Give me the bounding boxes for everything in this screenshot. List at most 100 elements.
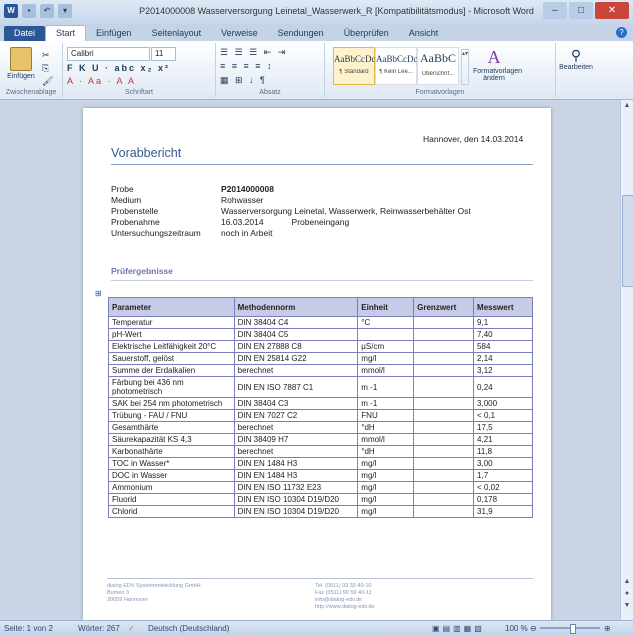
clipboard-small-icons[interactable]: ✂ ⎘ 🖌 [42,49,53,88]
list-buttons[interactable]: ☰ ☰ ☰ ⇤ ⇥ [220,47,287,58]
cell-messwert: 17,5 [473,421,533,434]
cell-grenzwert [413,328,475,341]
font-color-buttons[interactable]: A · Aa · A A [67,76,136,86]
view-buttons[interactable]: ▣▤▥▦▧ [432,624,485,633]
header-parameter: Parameter [108,297,235,317]
edit-button[interactable]: ⚲ Bearbeiten [558,47,594,71]
tab-ansicht[interactable]: Ansicht [399,26,449,41]
cell-methodennorm: DIN EN 1484 H3 [233,457,359,470]
table-move-handle-icon[interactable]: ⊞ [95,289,102,298]
cell-parameter: Ammonium [108,481,235,494]
close-button[interactable]: ✕ [595,2,629,19]
cell-parameter: SAK bei 254 nm photometrisch [108,397,235,410]
cell-einheit: mg/l [357,469,415,482]
info-row: Untersuchungszeitraum noch in Arbeit [111,228,477,239]
tab-datei[interactable]: Datei [4,26,46,41]
tab-sendungen[interactable]: Sendungen [268,26,334,41]
clipboard-group-label: Zwischenablage [5,89,57,96]
language-indicator[interactable]: Deutsch (Deutschland) [148,624,229,633]
zoom-slider-knob[interactable] [570,624,576,634]
cell-parameter: Sauerstoff, gelöst [108,352,235,365]
cell-methodennorm: DIN EN ISO 7887 C1 [233,376,359,398]
help-icon[interactable]: ? [616,27,627,38]
cell-methodennorm: DIN EN ISO 10304 D19/D20 [233,505,359,518]
footer-address: dialog EDV Systementwicklung GmbH Bumen … [107,583,201,604]
heading-rule [111,164,533,165]
customize-qat-icon[interactable]: ▾ [58,4,72,18]
info-key: Medium [111,195,142,205]
cell-messwert: 0,24 [473,376,533,398]
paste-button[interactable]: Einfügen [4,47,38,80]
cell-grenzwert [413,445,475,458]
table-row: Karbonathärte berechnet °dH 11,8 [108,445,533,458]
zoom-in-icon[interactable]: ⊕ [604,624,611,633]
page-count[interactable]: Seite: 1 von 2 [4,624,53,633]
styles-scroll-icon[interactable]: ▴▾ [461,49,469,85]
info-row: Medium Rohwasser [111,195,477,206]
vertical-scrollbar[interactable]: ▲ ▲ ● ▼ [620,100,633,620]
tab-seitenlayout[interactable]: Seitenlayout [142,26,212,41]
cell-parameter: TOC in Wasser* [108,457,235,470]
cell-grenzwert [413,505,475,518]
tab-start[interactable]: Start [45,25,87,41]
ribbon: Einfügen ✂ ⎘ 🖌 Zwischenablage Calibri 11 F… [0,41,633,100]
prev-page-icon[interactable]: ▲ [621,578,633,585]
cell-einheit: mmol/l [357,364,415,377]
cell-messwert: 584 [473,340,533,353]
style-ueberschrift[interactable]: AaBbC Überschrif... [417,47,459,85]
font-name-select[interactable]: Calibri [67,47,150,61]
status-bar: Seite: 1 von 2 Wörter: 267 ✓ Deutsch (De… [0,620,633,636]
save-icon[interactable]: ▪ [22,4,36,18]
change-styles-icon: A [487,47,501,67]
footer-rule [107,578,533,579]
ribbon-tabs: Datei Start Einfügen Seitenlayout Verwei… [0,24,633,41]
minimize-button[interactable]: – [543,2,567,19]
browse-object-icon[interactable]: ● [621,590,633,597]
cell-einheit: mg/l [357,505,415,518]
font-size-select[interactable]: 11 [151,47,176,61]
proofing-icon[interactable]: ✓ [128,624,135,633]
cell-einheit [357,328,415,341]
word-count[interactable]: Wörter: 267 [78,624,120,633]
next-page-icon[interactable]: ▼ [621,602,633,609]
cell-parameter: DOC in Wasser [108,469,235,482]
change-styles-button[interactable]: A Formatvorlagen ändern [473,47,522,82]
maximize-button[interactable]: □ [569,2,593,19]
tab-ueberpruefen[interactable]: Überprüfen [334,26,399,41]
header-messwert: Messwert [473,297,533,317]
undo-icon[interactable]: ↶ [40,4,54,18]
cell-methodennorm: DIN 38404 C5 [233,328,359,341]
cell-grenzwert [413,409,475,422]
font-format-buttons[interactable]: F K U · abc x₂ x² [67,63,170,73]
cell-einheit: mg/l [357,481,415,494]
style-standard[interactable]: AaBbCcDc ¶ Standard [333,47,376,85]
cell-grenzwert [413,352,475,365]
style-name: ¶ Kein Lee... [379,69,413,75]
info-value-extra: Probeneingang [291,217,350,227]
cell-methodennorm: DIN EN 1484 H3 [233,469,359,482]
info-key: Probenstelle [111,206,159,216]
style-kein-leerraum[interactable]: AaBbCcDc ¶ Kein Lee... [375,47,418,85]
alignment-buttons[interactable]: ≡ ≡ ≡ ≡ ↕ [220,61,274,71]
font-group: Calibri 11 F K U · abc x₂ x² A · Aa · A … [63,43,216,97]
styles-group: AaBbCcDc ¶ Standard AaBbCcDc ¶ Kein Lee.… [325,43,556,97]
table-header-row: Parameter Methodennorm Einheit Grenzwert… [108,297,533,317]
results-table: Parameter Methodennorm Einheit Grenzwert… [108,297,533,518]
info-key: Probe [111,184,134,194]
cell-methodennorm: DIN EN ISO 10304 D19/D20 [233,493,359,506]
zoom-out-icon[interactable]: ⊖ [530,624,537,633]
table-row: Fluorid DIN EN ISO 10304 D19/D20 mg/l 0,178 [108,493,533,506]
title-bar: W ▪ ↶ ▾ P2014000008 Wasserversorgung Lei… [0,0,633,24]
scroll-up-icon[interactable]: ▲ [621,102,633,109]
word-app-icon[interactable]: W [4,4,18,18]
scroll-thumb[interactable] [622,195,633,287]
zoom-level[interactable]: 100 % [505,624,528,633]
cell-grenzwert [413,493,475,506]
info-value: P2014000008 [221,184,274,194]
tab-verweise[interactable]: Verweise [211,26,268,41]
table-row: Säurekapazität KS 4,3 DIN 38409 H7 mmol/l 4… [108,433,533,446]
tab-einfuegen[interactable]: Einfügen [86,26,142,41]
document-page[interactable]: Hannover, den 14.03.2014 Vorabbericht Pr… [83,108,551,620]
cell-grenzwert [413,397,475,410]
shading-buttons[interactable]: ▦ ⊞ ↓ ¶ [220,75,267,86]
